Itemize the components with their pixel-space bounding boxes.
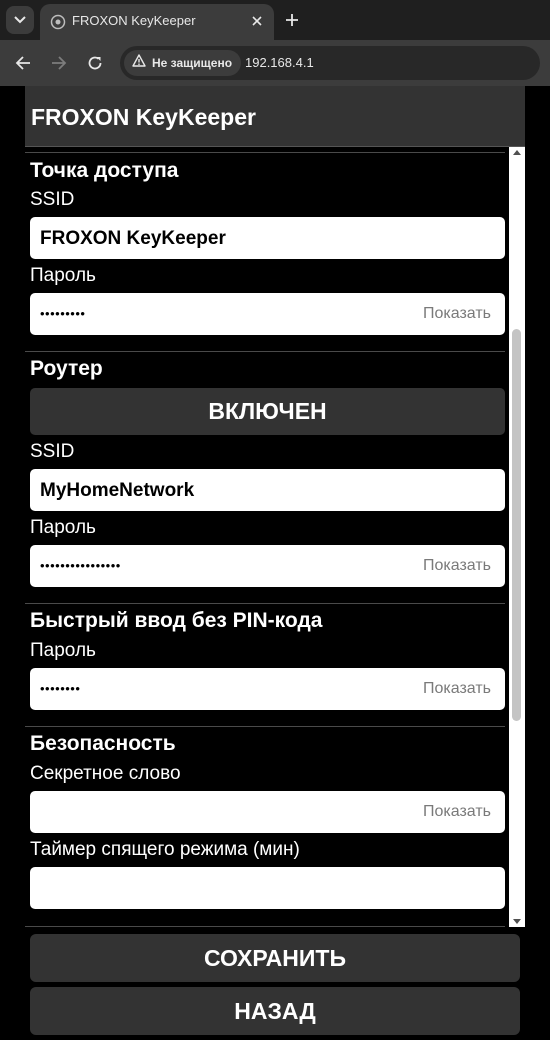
page: FROXON KeyKeeper Точка доступа SSID FROX… (0, 86, 550, 1040)
quick-password-value: •••••••• (40, 681, 81, 696)
tab-title: FROXON KeyKeeper (72, 13, 196, 28)
security-chip[interactable]: Не защищено (124, 50, 242, 76)
chevron-down-icon[interactable] (6, 6, 34, 34)
quick-entry-section: Быстрый ввод без PIN-кода Пароль •••••••… (25, 603, 505, 726)
url-text[interactable]: 192.168.4.1 (245, 55, 314, 70)
save-button[interactable]: СОХРАНИТЬ (30, 934, 520, 982)
plus-icon[interactable] (282, 10, 302, 30)
security-label: Не защищено (152, 56, 233, 70)
section-title: Роутер (30, 357, 103, 380)
ap-password-input[interactable]: ••••••••• Показать (30, 293, 505, 335)
ssid-label: SSID (30, 189, 75, 210)
page-title: FROXON KeyKeeper (31, 104, 256, 130)
show-secret-button[interactable]: Показать (423, 803, 491, 821)
ssid-label: SSID (30, 441, 75, 462)
scroll-down-icon[interactable] (513, 919, 521, 924)
sleep-timer-input[interactable] (30, 867, 505, 909)
ap-ssid-input[interactable]: FROXON KeyKeeper (30, 217, 505, 259)
ap-ssid-value: FROXON KeyKeeper (40, 228, 226, 249)
router-password-value: •••••••••••••••• (40, 558, 121, 573)
password-label: Пароль (30, 640, 96, 661)
browser-tab-strip: FROXON KeyKeeper (0, 0, 550, 40)
quick-password-input[interactable]: •••••••• Показать (30, 668, 505, 710)
arrow-right-icon[interactable] (47, 51, 71, 75)
router-ssid-value: MyHomeNetwork (40, 480, 195, 501)
app-header: FROXON KeyKeeper (25, 86, 525, 147)
globe-icon (50, 14, 66, 30)
password-label: Пароль (30, 517, 96, 538)
section-divider (25, 926, 505, 927)
browser-tab[interactable]: FROXON KeyKeeper (40, 4, 274, 40)
router-section: Роутер ВКЛЮЧЕН SSID MyHomeNetwork Пароль… (25, 351, 505, 603)
show-password-button[interactable]: Показать (423, 680, 491, 698)
router-toggle-button[interactable]: ВКЛЮЧЕН (30, 388, 505, 435)
settings-scroll-area[interactable]: Точка доступа SSID FROXON KeyKeeper Паро… (25, 147, 525, 927)
scrollbar[interactable] (509, 147, 525, 927)
security-section: Безопасность Секретное слово Показать Та… (25, 726, 505, 927)
section-title: Быстрый ввод без PIN-кода (30, 609, 323, 632)
warning-icon (132, 54, 146, 72)
scrollbar-thumb[interactable] (512, 329, 521, 721)
router-password-input[interactable]: •••••••••••••••• Показать (30, 545, 505, 587)
secret-word-label: Секретное слово (30, 763, 181, 784)
ap-password-value: ••••••••• (40, 306, 86, 321)
section-title: Точка доступа (30, 159, 179, 182)
address-bar[interactable]: Не защищено 192.168.4.1 (120, 46, 540, 80)
section-title: Безопасность (30, 732, 176, 755)
sleep-timer-label: Таймер спящего режима (мин) (30, 839, 300, 860)
access-point-section: Точка доступа SSID FROXON KeyKeeper Паро… (25, 152, 505, 351)
show-password-button[interactable]: Показать (423, 557, 491, 575)
browser-toolbar: Не защищено 192.168.4.1 (0, 40, 550, 86)
show-password-button[interactable]: Показать (423, 305, 491, 323)
back-button[interactable]: НАЗАД (30, 987, 520, 1035)
secret-word-input[interactable]: Показать (30, 791, 505, 833)
arrow-left-icon[interactable] (11, 51, 35, 75)
password-label: Пароль (30, 265, 96, 286)
router-ssid-input[interactable]: MyHomeNetwork (30, 469, 505, 511)
close-icon[interactable] (248, 12, 266, 30)
reload-icon[interactable] (83, 51, 107, 75)
scroll-up-icon[interactable] (513, 150, 521, 155)
